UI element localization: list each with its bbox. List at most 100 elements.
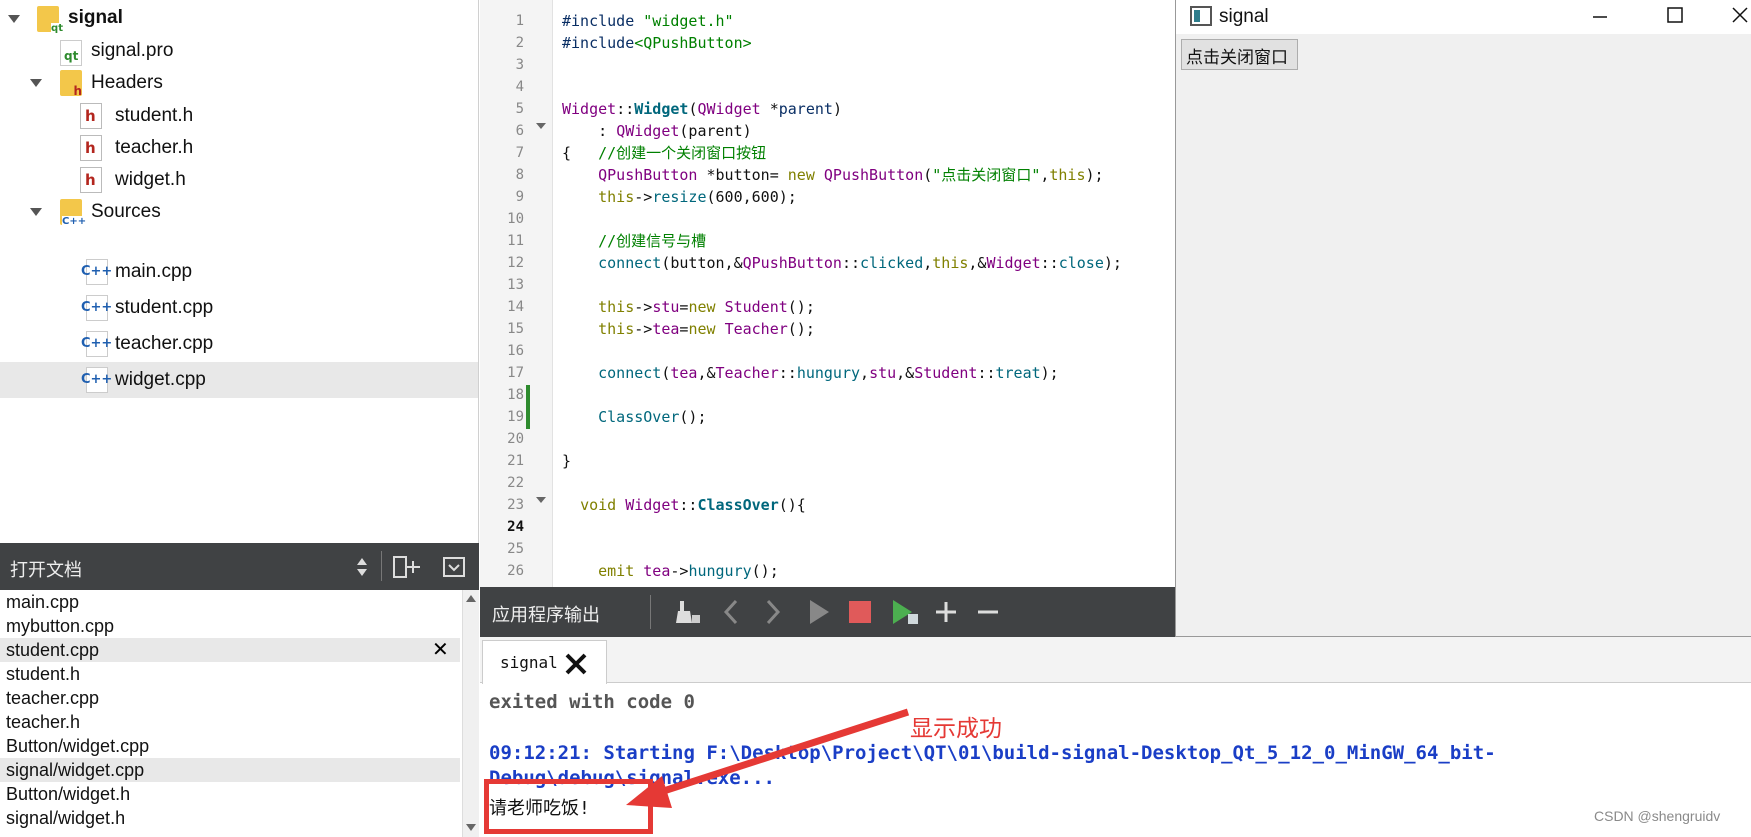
open-doc-item[interactable]: main.cpp bbox=[0, 590, 460, 614]
tree-item-main-cpp[interactable]: main.cpp bbox=[115, 254, 192, 290]
tree-item-widget-cpp[interactable]: widget.cpp bbox=[115, 362, 206, 398]
cpp-glyph: C++ bbox=[81, 264, 113, 279]
code-line-12: connect(button,&QPushButton::clicked,thi… bbox=[562, 252, 1122, 274]
code-token: :: bbox=[616, 100, 635, 118]
tree-item-widget-h[interactable]: widget.h bbox=[115, 162, 186, 198]
tree-item-headers[interactable]: Headers bbox=[91, 65, 163, 101]
open-doc-item[interactable]: signal/widget.cpp bbox=[0, 758, 460, 782]
expand-arrow-icon[interactable] bbox=[30, 79, 42, 87]
clear-output-icon[interactable] bbox=[672, 599, 702, 627]
sort-updown-icon[interactable] bbox=[355, 555, 369, 579]
output-toolbar: 应用程序输出 bbox=[480, 587, 1176, 637]
code-token: * bbox=[760, 100, 779, 118]
stop-icon[interactable] bbox=[848, 600, 872, 624]
code-token: this bbox=[598, 320, 635, 338]
code-token: ,& bbox=[697, 364, 716, 382]
line-number-current: 24 bbox=[507, 519, 524, 535]
close-document-icon[interactable]: ✕ bbox=[432, 638, 449, 662]
open-doc-item[interactable]: student.cpp bbox=[0, 638, 460, 662]
expand-arrow-icon[interactable] bbox=[30, 208, 42, 216]
code-token: connect bbox=[598, 254, 662, 272]
pro-file-icon: qt bbox=[60, 40, 82, 66]
cpp-glyph: C++ bbox=[81, 336, 113, 351]
line-number: 12 bbox=[507, 255, 524, 271]
code-line-14: this->stu=new Student(); bbox=[562, 296, 815, 318]
code-line-17: connect(tea,&Teacher::hungury,stu,&Stude… bbox=[562, 362, 1059, 384]
code-token: ) bbox=[832, 100, 842, 118]
cpp-badge: C++ bbox=[62, 216, 87, 227]
open-documents-scrollbar[interactable] bbox=[462, 590, 479, 837]
watermark: CSDN @shengruidv bbox=[1594, 808, 1721, 824]
divider bbox=[650, 595, 651, 629]
code-token: (); bbox=[679, 408, 707, 426]
code-token: : bbox=[562, 122, 617, 140]
open-doc-item[interactable]: mybutton.cpp bbox=[0, 614, 460, 638]
scroll-down-icon[interactable] bbox=[466, 824, 476, 832]
changed-lines-marker bbox=[526, 385, 530, 429]
scroll-up-icon[interactable] bbox=[466, 594, 476, 602]
code-token: , bbox=[860, 364, 870, 382]
code-token: connect bbox=[598, 364, 662, 382]
code-line-1: #include "widget.h" bbox=[562, 10, 734, 32]
code-line-8: QPushButton *button= new QPushButton("点击… bbox=[562, 164, 1103, 186]
code-token: this bbox=[1049, 166, 1086, 184]
code-token: "widget.h" bbox=[643, 12, 734, 30]
expand-arrow-icon[interactable] bbox=[8, 15, 20, 23]
line-number: 14 bbox=[507, 299, 524, 315]
app-window-icon bbox=[1190, 6, 1212, 26]
next-item-icon[interactable] bbox=[765, 599, 781, 625]
fold-arrow-icon[interactable] bbox=[536, 497, 546, 505]
open-doc-item[interactable]: Button/widget.h bbox=[0, 782, 460, 806]
app-title-bar: signal bbox=[1176, 0, 1751, 34]
tree-item-teacher-cpp[interactable]: teacher.cpp bbox=[115, 326, 213, 362]
zoom-out-icon[interactable] bbox=[976, 600, 1000, 624]
code-token: tea bbox=[643, 562, 671, 580]
line-number: 7 bbox=[515, 145, 524, 161]
code-token: void bbox=[580, 496, 617, 514]
code-token: treat bbox=[995, 364, 1041, 382]
minimize-icon[interactable] bbox=[1592, 9, 1608, 25]
line-number: 13 bbox=[507, 277, 524, 293]
code-token: close bbox=[1058, 254, 1104, 272]
line-number: 22 bbox=[507, 475, 524, 491]
code-token: ClassOver bbox=[598, 408, 680, 426]
open-doc-item[interactable]: Button/widget.cpp bbox=[0, 734, 460, 758]
close-tab-icon[interactable] bbox=[563, 651, 589, 677]
maximize-icon[interactable] bbox=[1667, 7, 1683, 23]
tree-item-sources[interactable]: Sources bbox=[91, 194, 161, 230]
tree-selection-highlight bbox=[0, 362, 478, 398]
tree-item-student-h[interactable]: student.h bbox=[115, 98, 193, 134]
fold-arrow-icon[interactable] bbox=[536, 123, 546, 131]
code-token: (); bbox=[787, 298, 815, 316]
code-token: (){ bbox=[778, 496, 806, 514]
open-doc-item[interactable]: student.h bbox=[0, 662, 460, 686]
code-token: clicked bbox=[860, 254, 924, 272]
output-tab-signal[interactable]: signal bbox=[482, 640, 607, 684]
rerun-icon[interactable] bbox=[890, 598, 920, 626]
close-window-button[interactable]: 点击关闭窗口 bbox=[1181, 39, 1298, 70]
open-doc-item[interactable]: signal/widget.h bbox=[0, 806, 460, 830]
zoom-in-icon[interactable] bbox=[934, 600, 958, 624]
h-glyph: h bbox=[85, 139, 96, 157]
line-number: 25 bbox=[507, 541, 524, 557]
previous-item-icon[interactable] bbox=[723, 599, 739, 625]
open-doc-item[interactable]: teacher.cpp bbox=[0, 686, 460, 710]
code-token: QWidget bbox=[697, 100, 761, 118]
close-window-icon[interactable] bbox=[1732, 7, 1748, 23]
divider bbox=[381, 551, 382, 581]
tree-item-teacher-h[interactable]: teacher.h bbox=[115, 130, 193, 166]
tree-item-student-cpp[interactable]: student.cpp bbox=[115, 290, 213, 326]
code-comment: //创建信号与槽 bbox=[598, 232, 707, 250]
output-tab-strip bbox=[480, 637, 1751, 683]
split-view-icon[interactable] bbox=[393, 555, 423, 579]
close-pane-icon[interactable] bbox=[442, 556, 466, 578]
open-doc-item[interactable]: teacher.h bbox=[0, 710, 460, 734]
annotation-arrow-icon bbox=[626, 708, 910, 808]
run-icon[interactable] bbox=[807, 598, 831, 626]
tree-item-signal-pro[interactable]: signal.pro bbox=[91, 33, 173, 69]
tree-root-signal[interactable]: signal bbox=[68, 0, 123, 36]
